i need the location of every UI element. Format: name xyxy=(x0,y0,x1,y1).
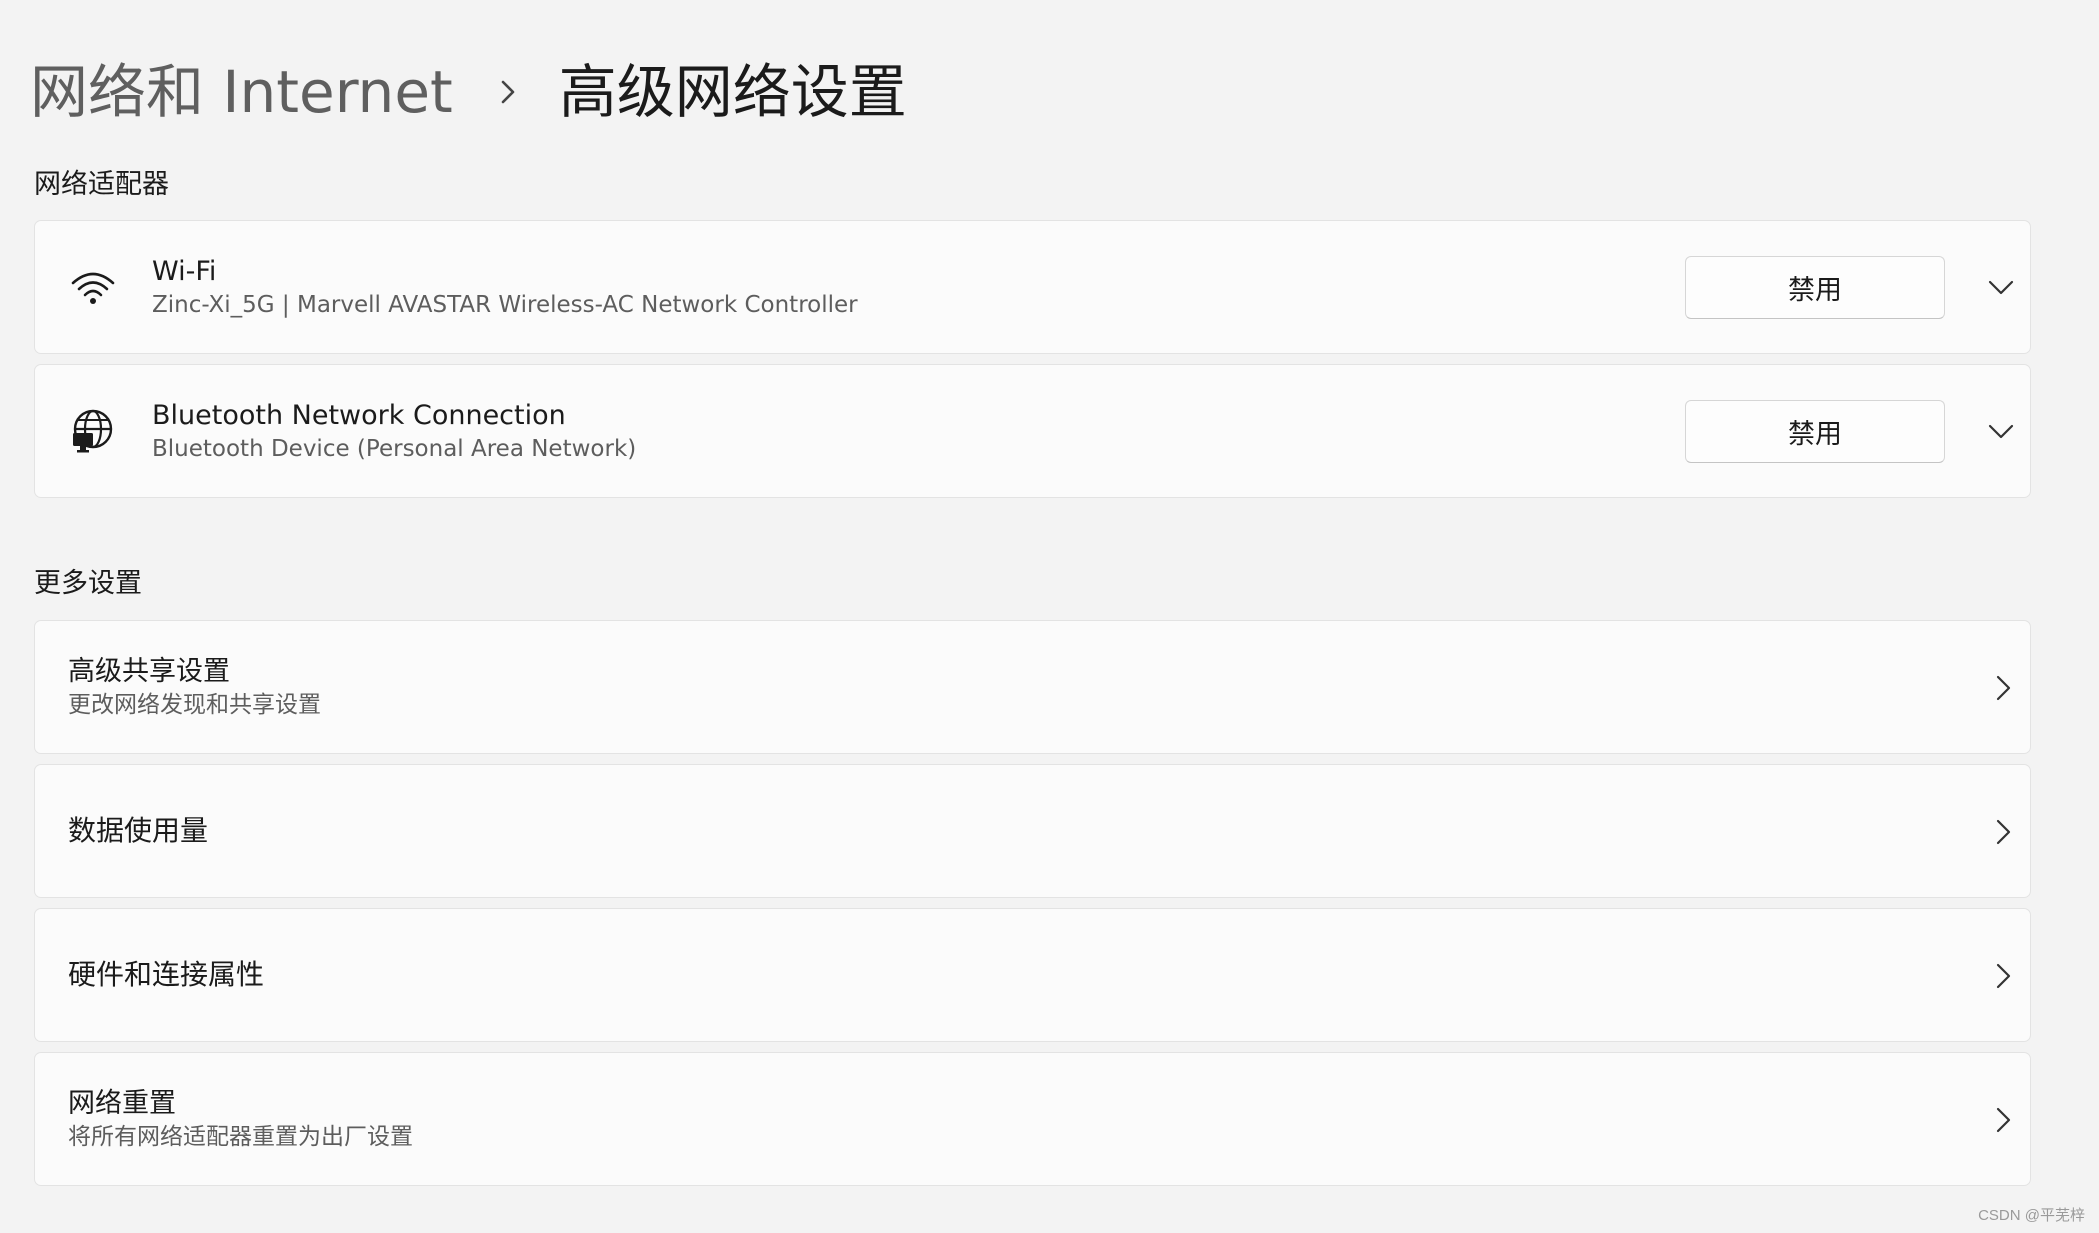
chevron-right-icon xyxy=(1996,819,2011,845)
chevron-down-icon[interactable] xyxy=(1983,270,2019,306)
wifi-icon xyxy=(71,272,115,304)
chevron-right-icon xyxy=(1996,963,2011,989)
settings-item-data-usage[interactable]: 数据使用量 xyxy=(34,764,2031,898)
settings-item-description: 更改网络发现和共享设置 xyxy=(68,692,321,718)
adapter-name: Bluetooth Network Connection xyxy=(152,400,566,431)
adapter-description: Bluetooth Device (Personal Area Network) xyxy=(152,436,637,462)
page-title: 高级网络设置 xyxy=(558,58,907,126)
section-title-network-adapters: 网络适配器 xyxy=(34,169,169,200)
adapter-text: Bluetooth Network Connection Bluetooth D… xyxy=(152,399,1652,465)
adapter-name: Wi-Fi xyxy=(152,256,217,287)
settings-item-title: 高级共享设置 xyxy=(68,656,230,687)
adapter-card-bluetooth[interactable]: Bluetooth Network Connection Bluetooth D… xyxy=(34,364,2031,498)
adapter-text: Wi-Fi Zinc-Xi_5G | Marvell AVASTAR Wirel… xyxy=(152,255,1652,321)
ethernet-globe-icon xyxy=(73,409,113,453)
settings-item-title: 网络重置 xyxy=(68,1088,176,1119)
breadcrumb-parent-link[interactable]: 网络和 Internet xyxy=(30,52,453,132)
settings-item-title: 硬件和连接属性 xyxy=(68,958,265,991)
settings-item-network-reset[interactable]: 网络重置 将所有网络适配器重置为出厂设置 xyxy=(34,1052,2031,1186)
chevron-right-icon xyxy=(1996,1107,2011,1133)
section-title-more-settings: 更多设置 xyxy=(34,568,142,599)
watermark: CSDN @平芜梓 xyxy=(1978,1207,2085,1224)
disable-wifi-button[interactable]: 禁用 xyxy=(1685,256,1945,319)
adapter-card-wifi[interactable]: Wi-Fi Zinc-Xi_5G | Marvell AVASTAR Wirel… xyxy=(34,220,2031,354)
settings-item-advanced-sharing[interactable]: 高级共享设置 更改网络发现和共享设置 xyxy=(34,620,2031,754)
chevron-down-icon[interactable] xyxy=(1983,414,2019,450)
disable-bluetooth-button[interactable]: 禁用 xyxy=(1685,400,1945,463)
settings-item-description: 将所有网络适配器重置为出厂设置 xyxy=(68,1124,413,1150)
breadcrumb: 网络和 Internet 高级网络设置 xyxy=(30,52,907,132)
settings-item-title: 数据使用量 xyxy=(68,814,209,847)
chevron-right-icon xyxy=(1996,675,2011,701)
breadcrumb-chevron-icon xyxy=(501,80,515,104)
adapter-description: Zinc-Xi_5G | Marvell AVASTAR Wireless-AC… xyxy=(152,292,858,318)
settings-item-text: 高级共享设置 更改网络发现和共享设置 xyxy=(68,655,1568,721)
settings-item-hardware-properties[interactable]: 硬件和连接属性 xyxy=(34,908,2031,1042)
settings-item-text: 网络重置 将所有网络适配器重置为出厂设置 xyxy=(68,1087,1568,1153)
